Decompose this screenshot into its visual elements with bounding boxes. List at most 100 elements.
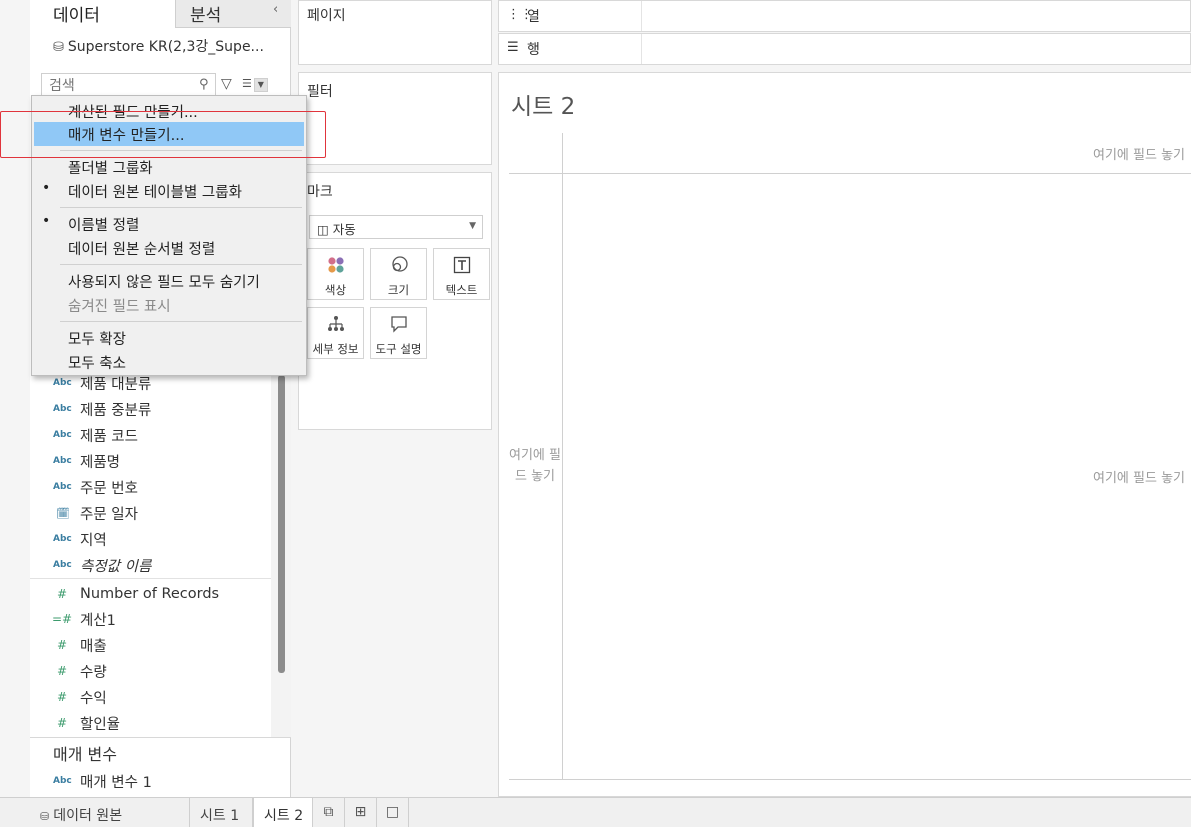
size-button[interactable]: 크기: [370, 248, 427, 300]
tooltip-button[interactable]: 도구 설명: [370, 307, 427, 359]
sheet-title[interactable]: 시트 2: [511, 87, 575, 121]
menu-item-label: 사용되지 않은 필드 모두 숨기기: [68, 275, 260, 291]
new-dashboard-icon[interactable]: ⊞: [345, 798, 377, 827]
measure-item[interactable]: =# 계산1: [30, 606, 271, 632]
field-label: 수량: [80, 664, 107, 681]
string-type-icon: Abc: [53, 482, 72, 492]
sheet-tab-1[interactable]: 시트 1: [190, 798, 253, 827]
datasource-item[interactable]: ⛁ Superstore KR(2,3강_Supe...: [30, 32, 291, 60]
menu-item-label: 숨겨진 필드 표시: [68, 299, 171, 315]
datasource-name: Superstore KR(2,3강_Supe...: [67, 39, 264, 55]
sheet-tab-bar: ⛁ 데이터 원본 시트 1 시트 2 ⧉ ⊞ □: [0, 797, 1191, 827]
new-story-icon[interactable]: □: [377, 798, 409, 827]
text-mark-icon: ◫: [317, 222, 329, 237]
field-label: 수익: [80, 690, 107, 707]
number-type-icon: #: [57, 587, 68, 601]
menu-separator: [60, 264, 302, 265]
menu-separator: [60, 207, 302, 208]
checked-bullet-icon: •: [42, 180, 51, 196]
menu-separator: [60, 321, 302, 322]
new-worksheet-icon[interactable]: ⧉: [313, 798, 345, 827]
field-item[interactable]: Abc 제품명: [30, 448, 271, 474]
menu-item-label: 이름별 정렬: [68, 218, 140, 234]
column-header-divider: [509, 173, 1191, 174]
measure-item[interactable]: # 수익: [30, 684, 271, 710]
field-label: 매개 변수 1: [80, 774, 152, 791]
string-type-icon: Abc: [53, 430, 72, 440]
collapse-pane-icon[interactable]: ‹: [273, 2, 278, 17]
field-item[interactable]: 🗓 주문 일자: [30, 500, 271, 526]
menu-item-sort-by-source-order[interactable]: 데이터 원본 순서별 정렬: [32, 236, 306, 260]
marks-card-title: 마크: [307, 184, 333, 200]
scrollbar-thumb[interactable]: [278, 375, 285, 673]
menu-item-label: 데이터 원본 순서별 정렬: [68, 242, 216, 258]
rows-shelf-label: 행: [527, 42, 540, 58]
datasource-tab[interactable]: ⛁ 데이터 원본: [30, 798, 190, 827]
field-label: 할인율: [80, 716, 121, 733]
field-label: 제품 중분류: [80, 402, 152, 419]
detail-button[interactable]: 세부 정보: [307, 307, 364, 359]
detail-icon: [308, 314, 363, 334]
pages-shelf[interactable]: 페이지: [298, 0, 492, 65]
database-icon: ⛁: [40, 810, 50, 823]
columns-shelf[interactable]: ⋮⋮ 열: [498, 0, 1191, 32]
string-type-icon: Abc: [53, 404, 72, 414]
drop-field-rows[interactable]: 여기에 필드 놓기: [509, 445, 561, 487]
filters-shelf[interactable]: 필터: [298, 72, 492, 165]
mark-type-dropdown[interactable]: ◫ 자동 ▼: [309, 215, 483, 239]
dropdown-arrow-icon: ▼: [469, 221, 476, 231]
field-item[interactable]: Abc 제품 코드: [30, 422, 271, 448]
tooltip-icon: [371, 314, 426, 334]
drop-field-body[interactable]: 여기에 필드 놓기: [1093, 467, 1185, 486]
text-label: 텍스트: [445, 283, 478, 297]
text-icon: [434, 255, 489, 275]
menu-item-hide-unused-fields[interactable]: 사용되지 않은 필드 모두 숨기기: [32, 269, 306, 293]
datasource-tab-label: 데이터 원본: [53, 808, 123, 824]
dropdown-arrow-icon: ▼: [253, 78, 268, 92]
field-item[interactable]: Abc 측정값 이름: [30, 552, 271, 578]
rows-icon: ☰: [507, 40, 519, 55]
shelf-divider: [641, 34, 642, 64]
menu-item-sort-by-name[interactable]: • 이름별 정렬: [32, 212, 306, 236]
field-label: 매출: [80, 638, 107, 655]
tab-data[interactable]: 데이터: [30, 0, 175, 28]
sheet-tab-2[interactable]: 시트 2: [253, 798, 313, 827]
field-label: 측정값 이름: [80, 558, 152, 575]
annotation-highlight-box: [0, 111, 326, 158]
view-options-button[interactable]: ☰ ▼: [242, 77, 282, 97]
color-button[interactable]: 색상: [307, 248, 364, 300]
number-type-icon: #: [57, 690, 68, 704]
tooltip-label: 도구 설명: [375, 342, 422, 356]
string-type-icon: Abc: [53, 378, 72, 388]
size-icon: [371, 255, 426, 275]
filter-icon[interactable]: ▽: [221, 76, 232, 92]
color-label: 색상: [324, 283, 347, 297]
rows-shelf[interactable]: ☰ 행: [498, 33, 1191, 65]
menu-item-expand-all[interactable]: 모두 확장: [32, 326, 306, 350]
menu-item-group-by-folder[interactable]: 폴더별 그룹화: [32, 155, 306, 179]
field-label: 제품 코드: [80, 428, 138, 445]
row-header-divider: [562, 133, 563, 780]
measure-item[interactable]: # 매출: [30, 632, 271, 658]
datasource-icon: ⛁: [53, 40, 64, 55]
calculated-number-icon: =#: [52, 612, 73, 626]
field-item[interactable]: Abc 지역: [30, 526, 271, 552]
measure-item[interactable]: # 수량: [30, 658, 271, 684]
list-view-icon: ☰: [242, 77, 252, 90]
marks-card: 마크 ◫ 자동 ▼ 색상 크기 텍스트 세부 정보 도구 설명: [298, 172, 492, 430]
field-item[interactable]: Abc 주문 번호: [30, 474, 271, 500]
menu-item-label: 모두 확장: [68, 332, 126, 348]
drop-field-columns[interactable]: 여기에 필드 놓기: [1093, 144, 1185, 163]
menu-item-show-hidden-fields: 숨겨진 필드 표시: [32, 293, 306, 317]
field-label: 제품명: [80, 454, 121, 471]
measure-item[interactable]: # Number of Records: [30, 581, 271, 607]
measure-item[interactable]: # 할인율: [30, 710, 271, 736]
parameter-item[interactable]: Abc 매개 변수 1: [30, 768, 271, 794]
menu-item-group-by-table[interactable]: • 데이터 원본 테이블별 그룹화: [32, 179, 306, 203]
size-label: 크기: [387, 283, 410, 297]
text-button[interactable]: 텍스트: [433, 248, 490, 300]
number-type-icon: #: [57, 716, 68, 730]
field-item[interactable]: Abc 제품 중분류: [30, 396, 271, 422]
field-label: Number of Records: [80, 586, 220, 602]
menu-item-collapse-all[interactable]: 모두 축소: [32, 350, 306, 374]
